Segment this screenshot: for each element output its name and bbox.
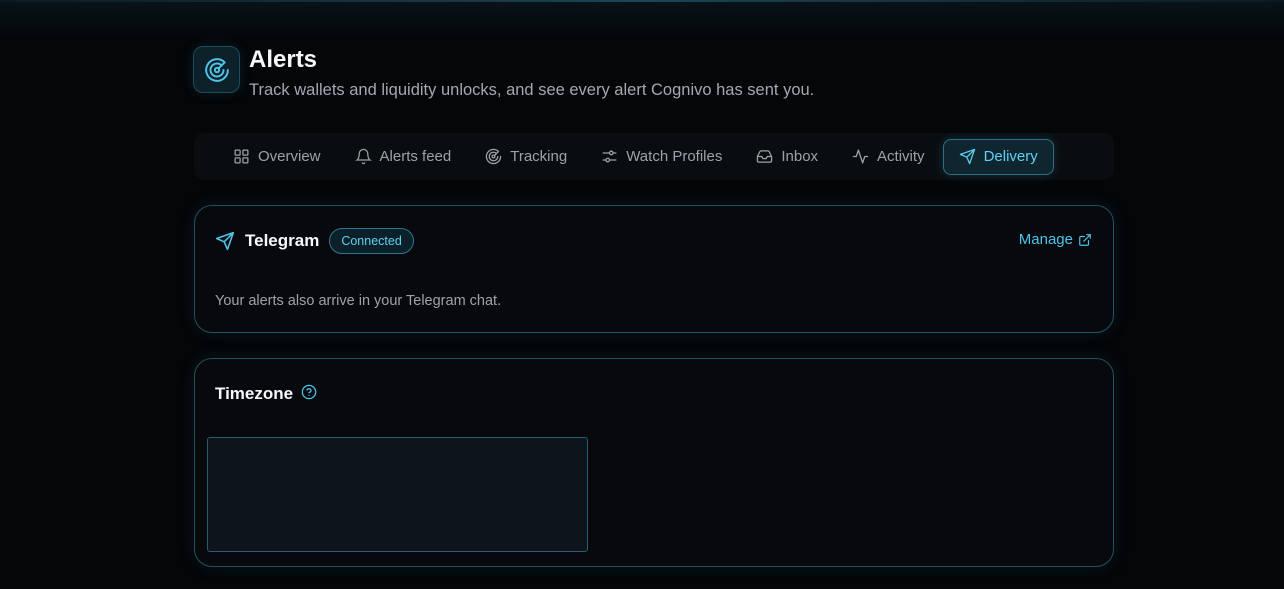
tab-label: Delivery (983, 148, 1038, 165)
page-header: Alerts Track wallets and liquidity unloc… (193, 46, 814, 100)
tab-delivery[interactable]: Delivery (942, 138, 1054, 175)
send-icon (959, 148, 975, 165)
manage-label: Manage (1018, 231, 1073, 248)
tab-bar: Overview Alerts feed Tracking Watch Prof… (194, 133, 1114, 180)
tab-inbox[interactable]: Inbox (740, 139, 834, 175)
tab-tracking[interactable]: Tracking (469, 139, 583, 175)
radar-icon (486, 148, 502, 165)
timezone-card: Timezone (194, 358, 1114, 567)
tab-label: Overview (258, 148, 321, 165)
bell-icon (354, 148, 372, 165)
telegram-title: Telegram (245, 231, 320, 250)
inbox-icon (757, 150, 773, 163)
timezone-selector[interactable] (207, 437, 588, 552)
page-subtitle: Track wallets and liquidity unlocks, and… (249, 81, 815, 99)
grid-icon (234, 149, 249, 164)
page-title: Alerts (249, 46, 318, 73)
timezone-title: Timezone (215, 384, 294, 403)
manage-link[interactable]: Manage (1019, 231, 1092, 248)
external-link-icon (1079, 233, 1091, 246)
tab-watch-profiles[interactable]: Watch Profiles (585, 139, 738, 175)
tab-label: Inbox (781, 148, 819, 165)
send-icon (215, 231, 235, 251)
help-icon[interactable] (301, 384, 317, 400)
tab-label: Alerts feed (379, 148, 452, 165)
tab-overview[interactable]: Overview (217, 139, 337, 175)
activity-icon (852, 149, 869, 164)
telegram-description: Your alerts also arrive in your Telegram… (215, 293, 502, 309)
status-badge: Connected (329, 228, 414, 254)
tab-alerts-feed[interactable]: Alerts feed (339, 139, 468, 175)
radar-icon (193, 46, 240, 93)
tab-label: Activity (877, 148, 925, 165)
tab-activity[interactable]: Activity (836, 139, 941, 175)
tab-label: Watch Profiles (626, 148, 723, 165)
top-glow (0, 2, 1284, 42)
tab-label: Tracking (510, 148, 568, 165)
telegram-card: Telegram Connected Manage Your alerts al… (194, 205, 1114, 333)
sliders-icon (602, 150, 617, 163)
